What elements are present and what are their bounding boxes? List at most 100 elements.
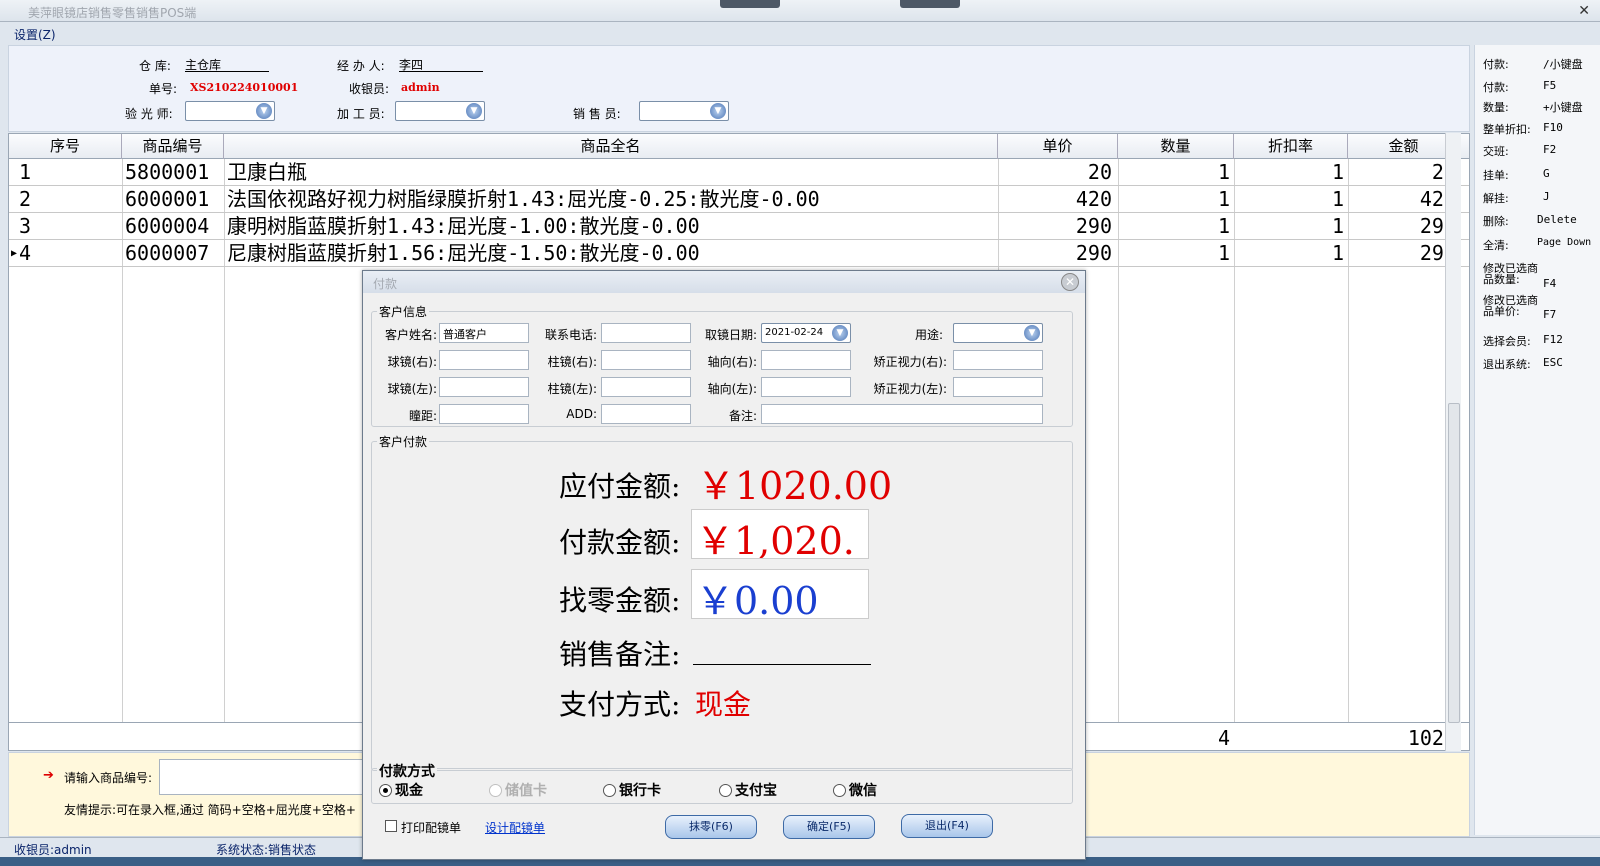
product-code-input[interactable]	[159, 759, 379, 795]
warehouse-value[interactable]: 主仓库	[185, 56, 269, 72]
va-right-field[interactable]	[953, 350, 1043, 370]
table-row[interactable]: 2 6000001 法国依视路好视力树脂绿膜折射1.43:屈光度-0.25:散光…	[9, 186, 1469, 213]
col-header-no[interactable]: 序号	[9, 134, 122, 159]
shortcut-label: 删除:	[1483, 215, 1509, 228]
title-decoration	[900, 0, 960, 8]
order-no-value: XS210224010001	[190, 81, 299, 94]
exit-button[interactable]: 退出(F4)	[901, 814, 993, 838]
hint-text: 友情提示:可在录入框,通过 简码+空格+屈光度+空格+	[64, 803, 356, 817]
cell-discount: 1	[1331, 187, 1344, 211]
window-close-icon[interactable]: ✕	[1578, 3, 1590, 19]
cell-code: 5800001	[125, 160, 210, 184]
col-header-code[interactable]: 商品编号	[122, 134, 224, 159]
axis-right-field[interactable]	[761, 350, 851, 370]
col-header-price[interactable]: 单价	[998, 134, 1118, 159]
cell-name: 法国依视路好视力树脂绿膜折射1.43:屈光度-0.25:散光度-0.00	[227, 187, 820, 211]
col-header-qty[interactable]: 数量	[1118, 134, 1234, 159]
dropdown-icon[interactable]: ▼	[466, 103, 482, 119]
axis-right-label: 轴向(右):	[707, 355, 757, 369]
cyl-left-field[interactable]	[601, 377, 691, 397]
payment-dialog: 付款 ✕ 客户信息 客户姓名: 普通客户 联系电话: 取镜日期: 2021-02…	[362, 270, 1086, 860]
shortcut-key: Delete	[1537, 213, 1577, 226]
col-header-amount[interactable]: 金额	[1348, 134, 1460, 159]
cell-no: 1	[19, 160, 32, 184]
dropdown-icon[interactable]: ▼	[832, 325, 848, 341]
method-alipay-radio[interactable]: 支付宝	[719, 780, 777, 800]
title-decoration	[720, 0, 780, 8]
shortcut-label: 全清:	[1483, 239, 1509, 252]
scroll-thumb[interactable]	[1448, 403, 1460, 723]
sph-right-field[interactable]	[439, 350, 529, 370]
order-no-label: 单号:	[149, 82, 178, 96]
cell-no: 3	[19, 214, 32, 238]
menu-settings[interactable]: 设置(Z)	[14, 26, 56, 43]
shortcut-label: 数量:	[1483, 101, 1509, 114]
table-row[interactable]: 1 5800001 卫康白瓶 20 1 1 20	[9, 159, 1469, 186]
pd-label: 瞳距:	[408, 409, 437, 423]
sales-remark-field[interactable]	[693, 639, 871, 665]
cyl-right-label: 柱镜(右):	[547, 355, 597, 369]
print-checkbox-label: 打印配镜单	[401, 821, 462, 835]
note-field[interactable]	[761, 404, 1043, 424]
warehouse-label: 仓 库:	[139, 59, 171, 73]
shortcut-key: F2	[1543, 143, 1557, 156]
pd-field[interactable]	[439, 404, 529, 424]
optometrist-select[interactable]: ▼	[185, 101, 275, 121]
cyl-right-field[interactable]	[601, 350, 691, 370]
col-header-name[interactable]: 商品全名	[224, 134, 998, 159]
phone-field[interactable]	[601, 323, 691, 343]
grid-header: 序号 商品编号 商品全名 单价 数量 折扣率 金额	[9, 134, 1469, 159]
method-cash-label: 现金	[395, 783, 423, 799]
method-wechat-radio[interactable]: 微信	[833, 780, 877, 800]
method-cash-radio[interactable]: 现金	[379, 780, 423, 800]
change-value: ￥0.00	[691, 569, 869, 623]
cell-price: 20	[1087, 160, 1112, 184]
cell-qty: 1	[1217, 160, 1230, 184]
menu-bar: 设置(Z)	[6, 23, 1446, 43]
table-row[interactable]: 3 6000004 康明树脂蓝膜折射1.43:屈光度-1.00:散光度-0.00…	[9, 213, 1469, 240]
method-bank-card-radio[interactable]: 银行卡	[603, 780, 661, 800]
customer-name-label: 客户姓名:	[384, 328, 437, 342]
processor-label: 加 工 员:	[337, 107, 385, 121]
cell-name: 尼康树脂蓝膜折射1.56:屈光度-1.50:散光度-0.00	[227, 241, 700, 265]
design-link[interactable]: 设计配镜单	[485, 819, 545, 836]
close-icon[interactable]: ✕	[1061, 273, 1079, 291]
col-header-discount[interactable]: 折扣率	[1234, 134, 1348, 159]
dropdown-icon[interactable]: ▼	[710, 103, 726, 119]
shortcut-key: F5	[1543, 79, 1557, 92]
salesman-select[interactable]: ▼	[639, 101, 729, 121]
pickup-date-label: 取镜日期:	[704, 328, 757, 342]
cell-amount: 290	[1419, 214, 1456, 238]
purpose-select[interactable]: ▼	[953, 323, 1043, 343]
amount-paid-input[interactable]: ￥1,020.	[691, 509, 869, 559]
va-left-field[interactable]	[953, 377, 1043, 397]
method-stored-card-label: 储值卡	[505, 783, 547, 799]
status-cashier: 收银员:admin	[14, 843, 92, 857]
axis-left-field[interactable]	[761, 377, 851, 397]
title-bar: 美萍眼镜店销售零售销售POS端 ✕	[0, 0, 1600, 22]
pickup-date-picker[interactable]: 2021-02-24 ▼	[761, 323, 851, 343]
dropdown-icon[interactable]: ▼	[256, 103, 272, 119]
radio-icon	[489, 784, 502, 797]
shortcut-label: 整单折扣:	[1483, 123, 1531, 136]
cell-discount: 1	[1331, 160, 1344, 184]
shortcut-key: G	[1543, 167, 1550, 180]
processor-select[interactable]: ▼	[395, 101, 485, 121]
note-label: 备注:	[728, 409, 757, 423]
grid-scrollbar[interactable]	[1445, 133, 1461, 751]
add-field[interactable]	[601, 404, 691, 424]
print-checkbox[interactable]	[385, 820, 397, 832]
dropdown-icon[interactable]: ▼	[1024, 325, 1040, 341]
customer-name-field[interactable]: 普通客户	[439, 323, 529, 343]
shortcut-label: 挂单:	[1483, 169, 1509, 182]
cell-price: 290	[1075, 241, 1112, 265]
cell-price: 420	[1075, 187, 1112, 211]
confirm-button[interactable]: 确定(F5)	[783, 815, 875, 839]
va-right-label: 矫正视力(右):	[873, 355, 947, 369]
cell-amount: 420	[1419, 187, 1456, 211]
table-row[interactable]: ▶ 4 6000007 尼康树脂蓝膜折射1.56:屈光度-1.50:散光度-0.…	[9, 240, 1469, 267]
handler-value[interactable]: 李四	[399, 56, 483, 72]
sph-left-field[interactable]	[439, 377, 529, 397]
dialog-title: 付款	[373, 277, 398, 291]
round-off-button[interactable]: 抹零(F6)	[665, 815, 757, 839]
